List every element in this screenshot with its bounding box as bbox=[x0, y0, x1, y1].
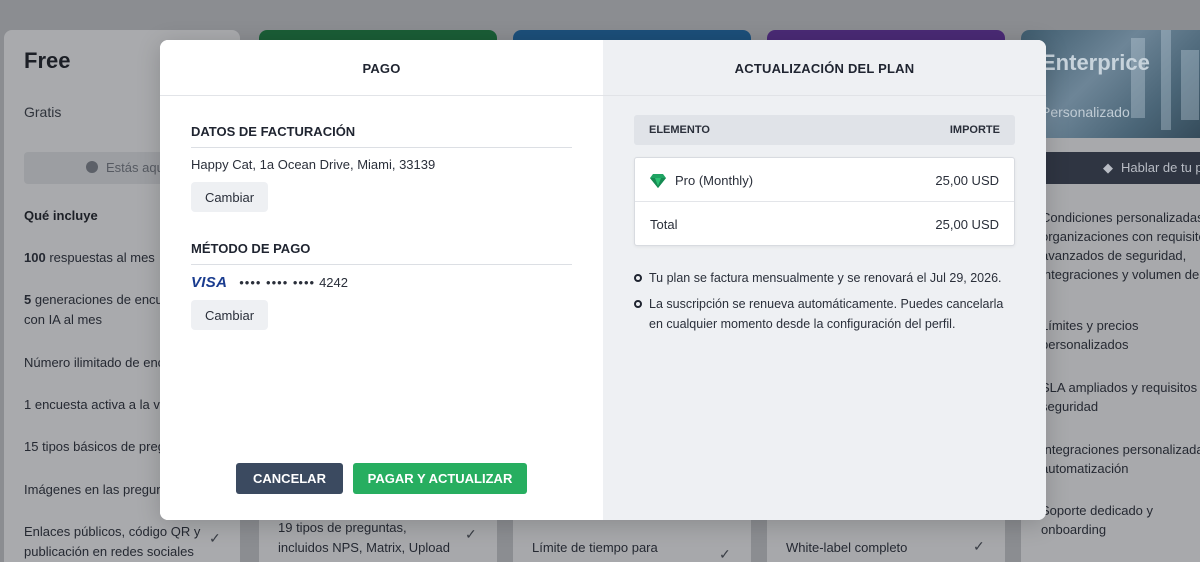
check-icon: ✓ bbox=[973, 538, 985, 554]
feature-item: Límite de tiempo para bbox=[532, 540, 658, 555]
upgrade-modal: PAGO DATOS DE FACTURACIÓN Happy Cat, 1a … bbox=[160, 40, 1046, 520]
payment-card: VISA •••• •••• •••• 4242 bbox=[191, 274, 348, 291]
feature-item: organizaciones con requisito bbox=[1041, 229, 1200, 244]
bullet-icon bbox=[634, 300, 642, 308]
plan-update-panel: ACTUALIZACIÓN DEL PLAN ELEMENTO IMPORTE … bbox=[603, 40, 1046, 520]
plan-price: Gratis bbox=[24, 104, 62, 120]
tab-payment[interactable]: PAGO bbox=[160, 40, 603, 96]
item-name: Pro (Monthly) bbox=[675, 173, 754, 188]
feature-item: personalizados bbox=[1041, 337, 1129, 352]
current-plan-label: Estás aqu bbox=[106, 160, 164, 175]
plan-title: Enterprice bbox=[1041, 50, 1150, 75]
contact-plan-label: Hablar de tu plan bbox=[1121, 160, 1200, 175]
feature-item: Enlaces públicos, código QR y bbox=[24, 524, 201, 539]
gem-icon bbox=[650, 173, 666, 188]
billing-section-title: DATOS DE FACTURACIÓN bbox=[191, 124, 572, 148]
change-payment-button[interactable]: Cambiar bbox=[191, 300, 268, 330]
check-icon: ✓ bbox=[465, 526, 477, 542]
feature-item: Soporte dedicado y bbox=[1041, 503, 1154, 518]
item-amount: 25,00 USD bbox=[935, 173, 999, 188]
contact-plan-button[interactable]: ◆ Hablar de tu plan bbox=[1041, 152, 1200, 184]
column-amount: IMPORTE bbox=[949, 124, 1000, 136]
visa-logo-icon: VISA bbox=[191, 274, 228, 291]
billing-address: Happy Cat, 1a Ocean Drive, Miami, 33139 bbox=[191, 157, 436, 172]
feature-item: onboarding bbox=[1041, 522, 1107, 537]
feature-item: Límites y precios bbox=[1041, 318, 1139, 333]
diamond-icon: ◆ bbox=[1103, 160, 1113, 175]
tab-plan-update[interactable]: ACTUALIZACIÓN DEL PLAN bbox=[603, 40, 1046, 96]
total-amount: 25,00 USD bbox=[935, 217, 999, 232]
feature-item: seguridad bbox=[1041, 399, 1099, 414]
check-icon: ✓ bbox=[209, 530, 221, 546]
feature-item: publicación en redes sociales bbox=[24, 544, 194, 559]
plan-notes: Tu plan se factura mensualmente y se ren… bbox=[634, 268, 1015, 340]
bullet-icon bbox=[634, 274, 642, 282]
list-item: La suscripción se renueva automáticament… bbox=[634, 294, 1015, 334]
pay-and-upgrade-button[interactable]: PAGAR Y ACTUALIZAR bbox=[353, 463, 527, 494]
feature-item: avanzados de seguridad, bbox=[1041, 248, 1187, 263]
feature-item: White-label completo bbox=[786, 540, 908, 555]
feature-item: Integraciones personalizadas bbox=[1041, 442, 1200, 457]
includes-heading: Qué incluye bbox=[24, 208, 98, 223]
table-row: Total 25,00 USD bbox=[635, 202, 1014, 246]
feature-item: integraciones y volumen de d bbox=[1041, 267, 1200, 282]
summary-table: Pro (Monthly) 25,00 USD Total 25,00 USD bbox=[634, 157, 1015, 246]
plan-title: Free bbox=[24, 48, 71, 73]
feature-item: Condiciones personalizadas bbox=[1041, 210, 1200, 225]
cancel-button[interactable]: CANCELAR bbox=[236, 463, 343, 494]
palette-icon bbox=[86, 161, 98, 173]
payment-method-title: MÉTODO DE PAGO bbox=[191, 241, 572, 265]
plan-price: Personalizado bbox=[1041, 104, 1130, 120]
change-billing-button[interactable]: Cambiar bbox=[191, 182, 268, 212]
feature-item: 19 tipos de preguntas, bbox=[278, 520, 407, 535]
check-icon: ✓ bbox=[719, 546, 731, 562]
list-item: Tu plan se factura mensualmente y se ren… bbox=[634, 268, 1015, 288]
total-label: Total bbox=[650, 217, 678, 232]
feature-item: SLA ampliados y requisitos d bbox=[1041, 380, 1200, 395]
column-item: ELEMENTO bbox=[649, 124, 710, 136]
card-last4: 4242 bbox=[319, 275, 348, 290]
enterprise-hero-image bbox=[1021, 30, 1200, 138]
feature-item: automatización bbox=[1041, 461, 1129, 476]
table-row: Pro (Monthly) 25,00 USD bbox=[635, 158, 1014, 202]
feature-item: incluidos NPS, Matrix, Upload bbox=[278, 540, 450, 555]
plan-card-enterprise: Enterprice Personalizado ◆ Hablar de tu p… bbox=[1021, 30, 1200, 562]
summary-table-header: ELEMENTO IMPORTE bbox=[634, 115, 1015, 145]
card-mask: •••• •••• •••• bbox=[239, 275, 316, 290]
payment-panel: PAGO DATOS DE FACTURACIÓN Happy Cat, 1a … bbox=[160, 40, 603, 520]
